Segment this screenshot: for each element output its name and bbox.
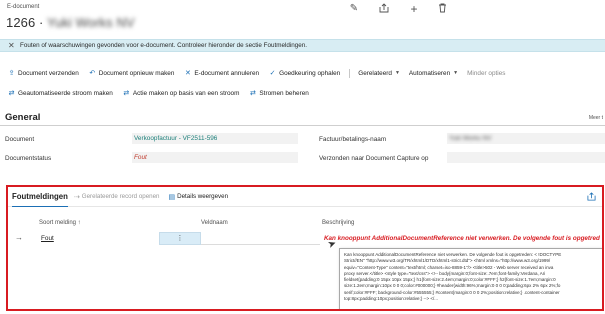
document-field[interactable]: Verkoopfactuur - VF2511-596	[132, 133, 298, 144]
create-flow-action-button[interactable]: ⇄ Actie maken op basis van een stroom	[122, 89, 239, 98]
forwarded-label: Verzonden naar Document Capture op	[319, 155, 429, 162]
general-section-title[interactable]: General	[5, 112, 40, 123]
document-value[interactable]: Verkoopfactuur - VF2511-596	[134, 135, 217, 142]
banner-message: Fouten of waarschuwingen gevonden voor e…	[20, 42, 308, 49]
close-icon: ✕	[184, 70, 191, 77]
flow-icon: ⇄	[8, 90, 15, 97]
manage-flows-button[interactable]: ⇄ Stromen beheren	[248, 89, 309, 98]
tooltip-line: top:8px;padding:10px;position:relative;}…	[344, 296, 439, 302]
breadcrumb: E-document	[7, 4, 40, 10]
column-header-description[interactable]: Beschrijving	[322, 220, 354, 226]
pencil-icon[interactable]: ✎	[348, 3, 360, 15]
close-icon[interactable]: ✕	[8, 41, 15, 50]
status-label: Documentstatus	[5, 155, 52, 162]
plus-icon[interactable]: +	[408, 3, 420, 15]
details-icon: ▤	[168, 193, 176, 201]
column-header-type[interactable]: Soort melding ↑	[39, 220, 81, 226]
show-more-link[interactable]: Meer t	[589, 115, 603, 121]
column-header-field[interactable]: Veldnaam	[201, 220, 228, 226]
checkmark-icon: ✓	[269, 70, 276, 77]
error-messages-part: Foutmeldingen ⇢ Gerelateerde record opene…	[6, 185, 604, 311]
arrow-right-icon: →	[15, 233, 23, 242]
row-menu-button[interactable]: ⋮	[159, 232, 201, 245]
flow-icon: ⇄	[123, 90, 130, 97]
chevron-down-icon: ▼	[394, 70, 400, 76]
page-title: 1266 · Yuki Works NV	[6, 15, 135, 30]
recreate-document-button[interactable]: ↶ Document opnieuw maken	[88, 69, 174, 78]
document-label: Document	[5, 136, 35, 143]
bill-to-name-value: Yuki Works NV	[449, 135, 492, 142]
error-banner: ✕ Fouten of waarschuwingen gevonden voor…	[0, 39, 605, 52]
error-messages-toolbar: Foutmeldingen ⇢ Gerelateerde record opene…	[8, 187, 602, 207]
send-document-button[interactable]: ⇪ Document verzenden	[7, 69, 79, 78]
flow-action-bar: ⇄ Geautomatiseerde stroom maken ⇄ Actie ma…	[0, 87, 605, 99]
page-title-number: 1266 ·	[6, 15, 47, 30]
error-messages-title[interactable]: Foutmeldingen	[8, 192, 74, 207]
bill-to-name-field: Yuki Works NV	[447, 133, 605, 144]
flow-icon: ⇄	[249, 90, 256, 97]
divider	[0, 125, 605, 126]
status-value: Fout	[134, 154, 147, 161]
link-icon: ⇢	[73, 193, 80, 201]
share-icon[interactable]	[378, 3, 390, 15]
share-icon[interactable]	[587, 192, 596, 203]
bill-to-name-label: Factuur/betalings-naam	[319, 136, 387, 143]
trash-icon[interactable]	[436, 3, 448, 15]
undo-icon: ↶	[89, 70, 96, 77]
status-field: Fout	[132, 152, 298, 163]
open-related-record-button[interactable]: ⇢ Gerelateerde record openen	[74, 193, 160, 201]
row-description-value[interactable]: Kan knooppunt AdditionalDocumentReferenc…	[324, 235, 600, 242]
related-menu[interactable]: Gerelateerd ▼	[358, 70, 400, 77]
forwarded-field	[447, 152, 605, 163]
send-icon: ⇪	[8, 70, 15, 77]
action-bar: ⇪ Document verzenden ↶ Document opnieuw ma…	[0, 67, 605, 79]
get-approval-button[interactable]: ✓ Goedkeuring ophalen	[268, 69, 341, 78]
show-details-button[interactable]: ▤ Details weergeven	[169, 193, 229, 201]
automate-menu[interactable]: Automatiseren ▼	[409, 70, 458, 77]
cancel-document-button[interactable]: ✕ E-document annuleren	[183, 69, 259, 78]
description-tooltip: Kan knooppunt AdditionalDocumentReferenc…	[339, 248, 602, 309]
page-title-customer: Yuki Works NV	[46, 15, 135, 30]
row-type-value[interactable]: Fout	[41, 235, 54, 242]
table-row[interactable]: → Fout ⋮ Kan knooppunt AdditionalDocumen…	[8, 232, 602, 246]
create-automated-flow-button[interactable]: ⇄ Geautomatiseerde stroom maken	[7, 89, 113, 98]
row-field-value	[201, 232, 320, 245]
chevron-down-icon: ▼	[453, 70, 459, 76]
fewer-options-button[interactable]: Minder opties	[467, 70, 505, 77]
divider	[349, 68, 351, 78]
